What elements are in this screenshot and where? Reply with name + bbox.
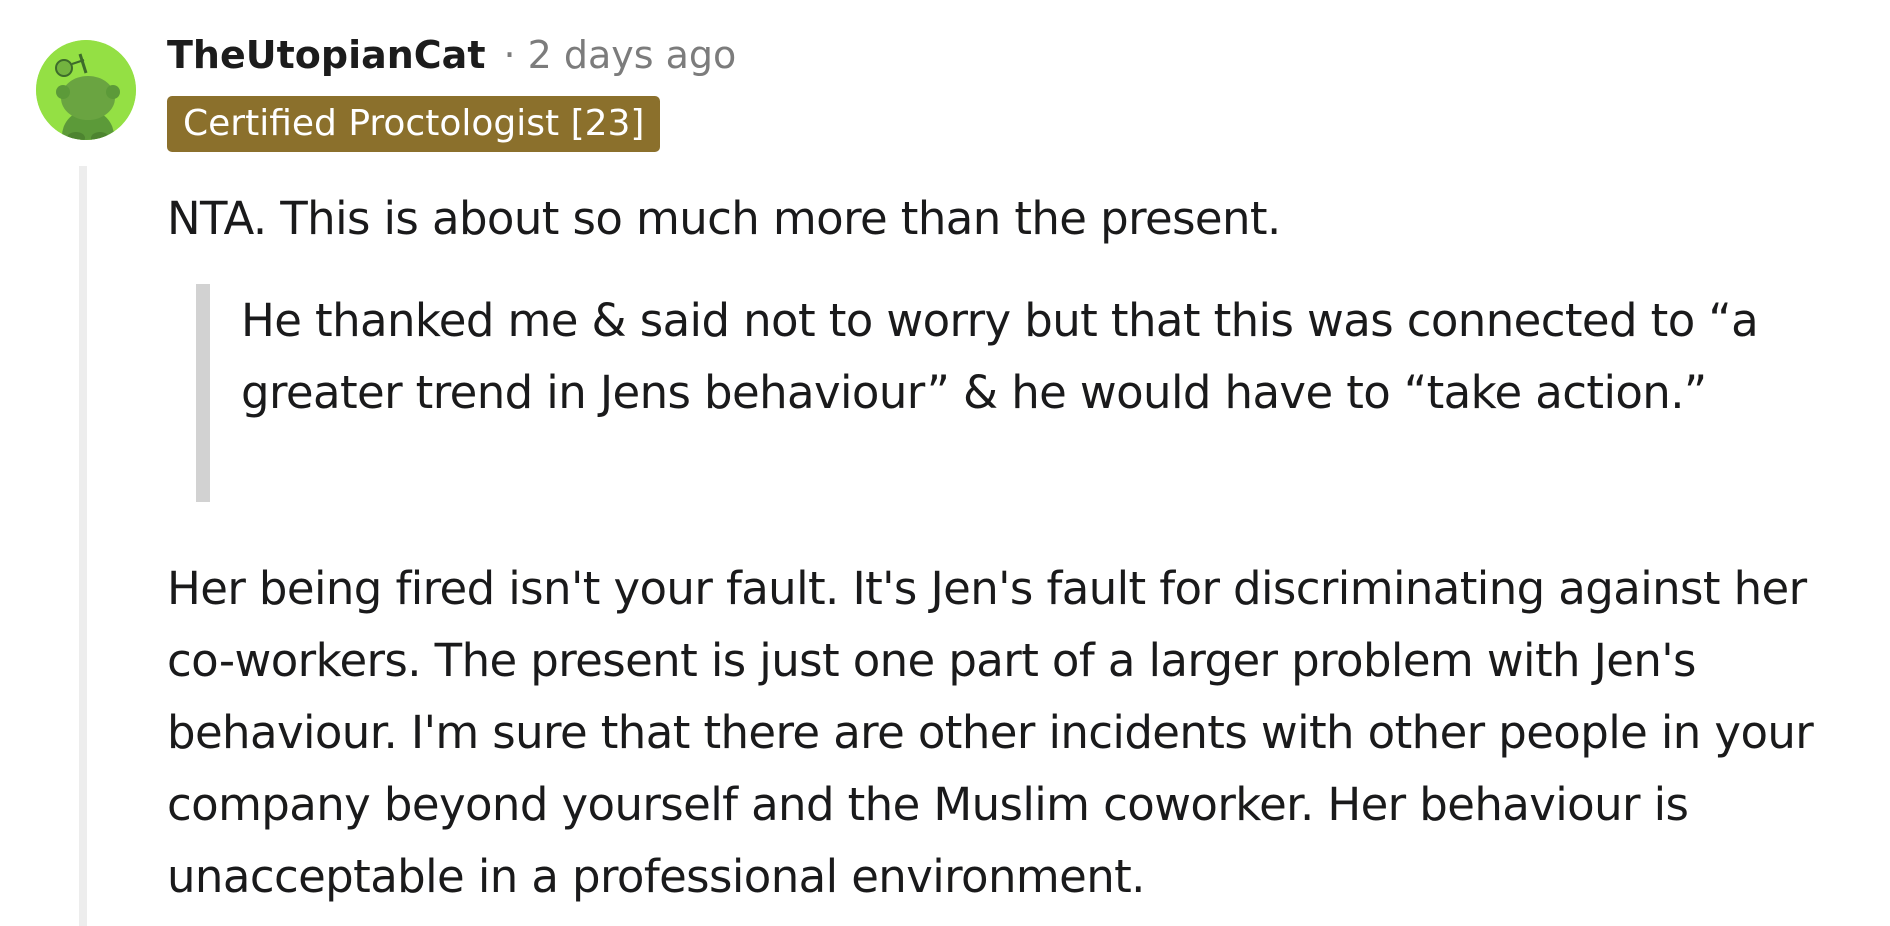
blockquote-bar bbox=[196, 284, 210, 502]
comment-paragraph: Her being fired isn't your fault. It's J… bbox=[167, 562, 1814, 903]
comment-timestamp[interactable]: 2 days ago bbox=[528, 33, 737, 77]
user-flair: Certified Proctologist [23] bbox=[167, 96, 661, 152]
meta-separator: · bbox=[503, 33, 516, 77]
comment-paragraph: NTA. This is about so much more than the… bbox=[167, 192, 1281, 245]
thread-collapse-line[interactable] bbox=[79, 166, 87, 926]
author-username[interactable]: TheUtopianCat bbox=[167, 33, 486, 77]
snoo-avatar-icon[interactable] bbox=[36, 40, 136, 140]
comment-body: NTA. This is about so much more than the… bbox=[167, 183, 1867, 255]
comment-header: TheUtopianCat · 2 days ago bbox=[167, 30, 736, 80]
blockquote-text: He thanked me & said not to worry but th… bbox=[241, 294, 1759, 419]
